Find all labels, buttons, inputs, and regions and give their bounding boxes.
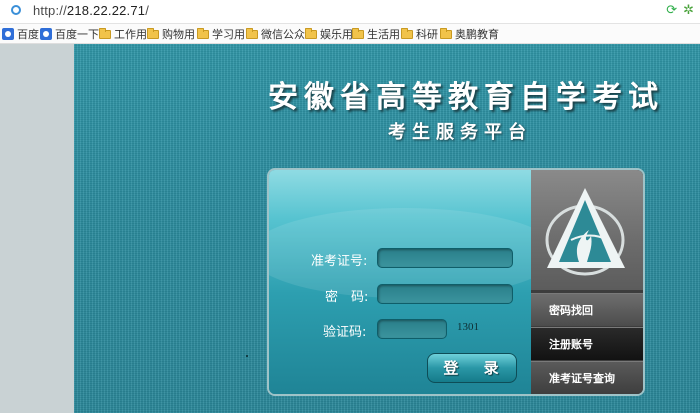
register-account-link[interactable]: 注册账号 — [531, 327, 643, 360]
bookmark-folder-research[interactable]: 科研 — [401, 26, 438, 42]
bookmark-baidu-search[interactable]: 百度一下 — [40, 26, 99, 42]
url-host: 218.22.22.71 — [66, 3, 146, 18]
folder-icon — [147, 27, 159, 39]
bookmark-folder-shopping[interactable]: 购物用 — [147, 26, 195, 42]
bookmark-label: 微信公众 — [261, 28, 305, 41]
folder-icon — [197, 27, 209, 39]
bookmark-baidu[interactable]: 百度 — [2, 26, 39, 42]
folder-icon — [352, 27, 364, 39]
stray-pixel — [246, 355, 248, 357]
exam-emblem-icon — [545, 188, 625, 276]
bookmark-label: 娱乐用 — [320, 28, 353, 41]
exam-id-label: 准考证号: — [311, 254, 368, 269]
url-path: / — [145, 3, 150, 18]
page-subtitle: 考生服务平台 — [388, 122, 532, 143]
bookmarks-bar: 百度 百度一下 工作用 购物用 学习用 微信公众 娱乐用 生活用 科研 奥鹏教育 — [0, 24, 700, 44]
bookmark-label: 科研 — [416, 28, 438, 41]
folder-icon — [401, 27, 413, 39]
bookmark-label: 生活用 — [367, 28, 400, 41]
login-panel: 准考证号: 密 码: 验证码: 1301 登 录 密码找回 注册账号 准考证号查… — [267, 168, 645, 396]
exam-id-input[interactable] — [377, 248, 513, 268]
baidu-paw-icon — [2, 28, 14, 40]
compat-mode-icon[interactable]: ✲ — [683, 3, 694, 18]
login-form: 准考证号: 密 码: 验证码: 1301 登 录 — [269, 170, 559, 394]
bookmark-label: 学习用 — [212, 28, 245, 41]
bookmark-label: 工作用 — [114, 28, 147, 41]
bookmark-label: 百度 — [17, 28, 39, 41]
url-scheme: http:// — [33, 3, 67, 18]
captcha-image[interactable]: 1301 — [457, 321, 479, 333]
page-content: 安徽省高等教育自学考试 考生服务平台 准考证号: 密 码: 验证码: 1301 … — [0, 44, 700, 413]
recover-password-link[interactable]: 密码找回 — [531, 293, 643, 326]
reload-icon[interactable]: ⟳ — [666, 3, 677, 18]
side-menu: 密码找回 注册账号 准考证号查询 — [531, 170, 643, 394]
main-background: 安徽省高等教育自学考试 考生服务平台 准考证号: 密 码: 验证码: 1301 … — [74, 44, 700, 413]
page-globe-icon — [11, 5, 21, 15]
bookmark-label: 百度一下 — [55, 28, 99, 41]
baidu-paw-icon — [40, 28, 52, 40]
password-label: 密 码: — [325, 290, 369, 305]
bookmark-folder-work[interactable]: 工作用 — [99, 26, 147, 42]
folder-icon — [99, 27, 111, 39]
folder-icon — [440, 27, 452, 39]
bookmark-label: 购物用 — [162, 28, 195, 41]
page-title: 安徽省高等教育自学考试 — [268, 80, 664, 115]
bookmark-folder-entertainment[interactable]: 娱乐用 — [305, 26, 353, 42]
login-button[interactable]: 登 录 — [427, 353, 517, 383]
bookmark-folder-aopeng[interactable]: 奥鹏教育 — [440, 26, 499, 42]
folder-icon — [305, 27, 317, 39]
password-input[interactable] — [377, 284, 513, 304]
captcha-input[interactable] — [377, 319, 447, 339]
address-bar[interactable]: http://218.22.22.71/ ⟳ ✲ — [0, 0, 700, 24]
address-bar-actions: ⟳ ✲ — [666, 3, 694, 18]
url-text[interactable]: http://218.22.22.71/ — [33, 3, 149, 18]
folder-icon — [246, 27, 258, 39]
bookmark-label: 奥鹏教育 — [455, 28, 499, 41]
bookmark-folder-wechat[interactable]: 微信公众 — [246, 26, 305, 42]
bookmark-folder-life[interactable]: 生活用 — [352, 26, 400, 42]
exam-logo — [531, 170, 643, 290]
exam-id-lookup-link[interactable]: 准考证号查询 — [531, 361, 643, 394]
bookmark-folder-study[interactable]: 学习用 — [197, 26, 245, 42]
captcha-label: 验证码: — [323, 325, 367, 340]
